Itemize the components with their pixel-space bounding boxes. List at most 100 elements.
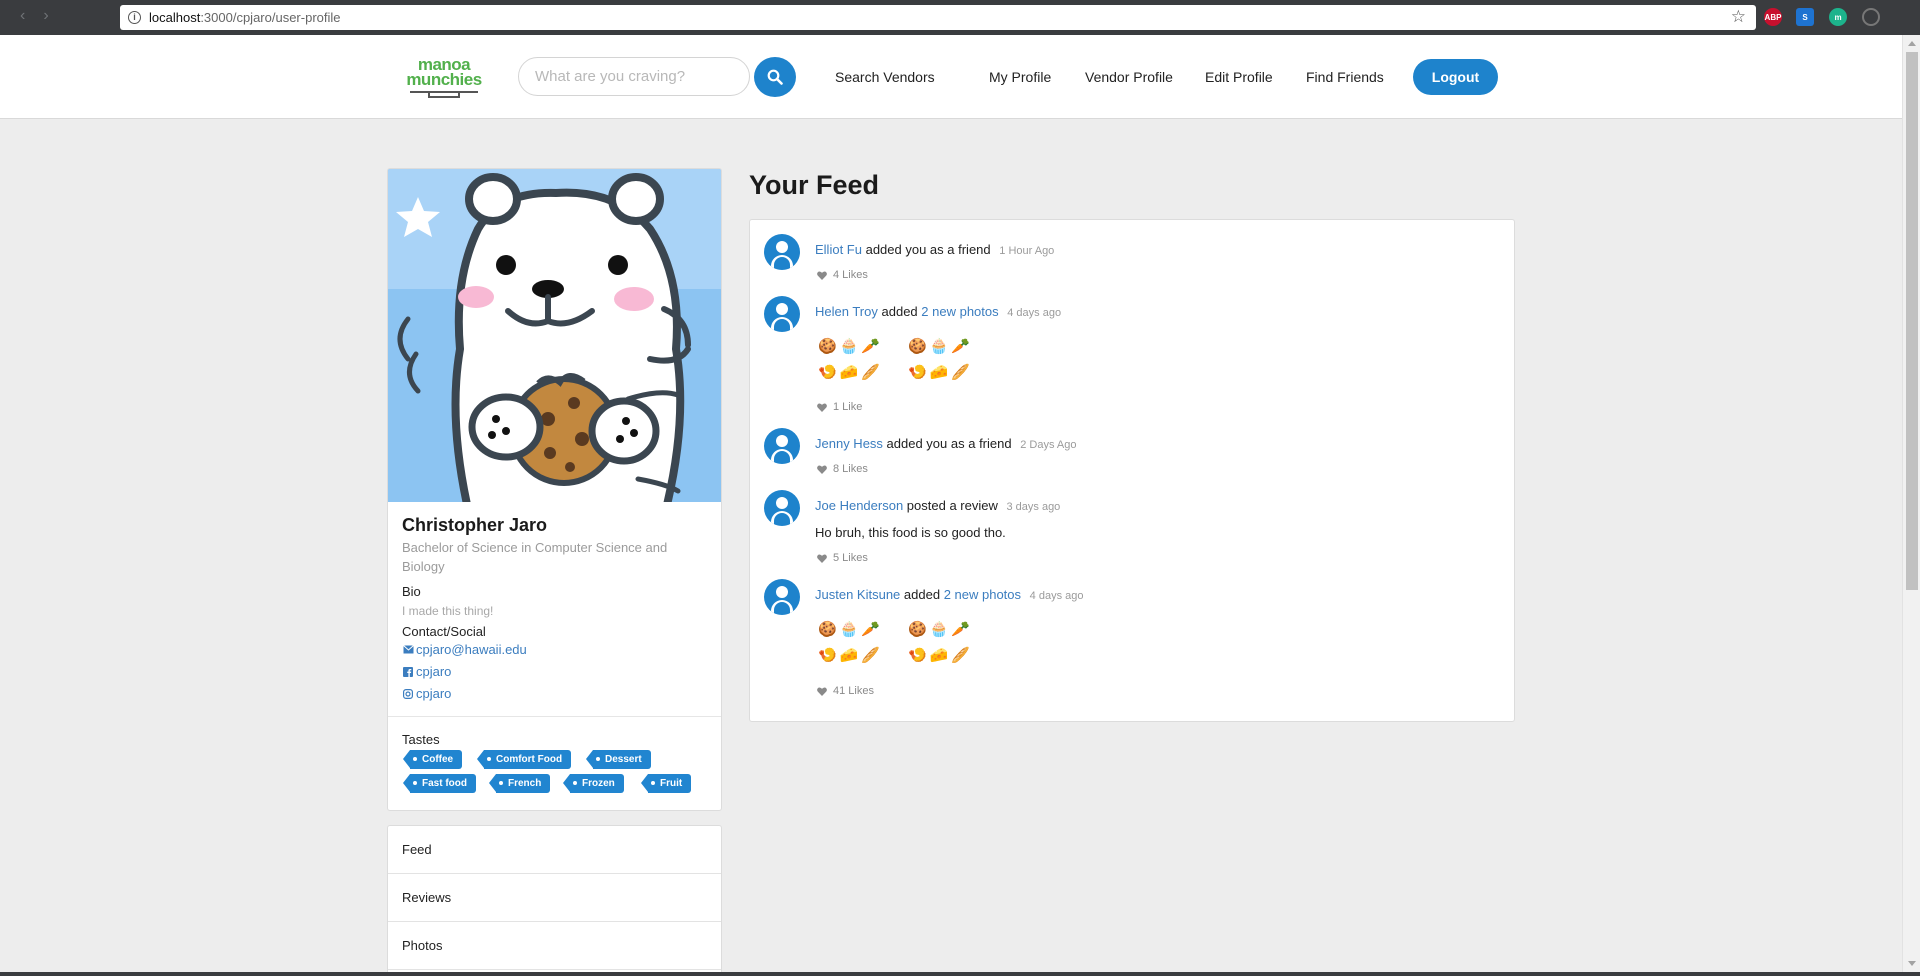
page-scrollbar[interactable]: [1902, 35, 1920, 972]
like-count: 4 Likes: [833, 269, 868, 281]
feed-user-link[interactable]: Helen Troy: [815, 304, 878, 319]
user-avatar-icon[interactable]: [764, 296, 800, 332]
scroll-up-arrow-icon[interactable]: [1908, 41, 1916, 46]
like-button[interactable]: 4 Likes: [817, 269, 868, 281]
user-avatar-icon[interactable]: [764, 428, 800, 464]
feed-time: 2 Days Ago: [1020, 439, 1077, 451]
top-navbar: manoa munchies Search Vendors My Profile…: [0, 35, 1902, 119]
profile-avatar-image[interactable]: [388, 169, 721, 502]
address-bar[interactable]: i localhost:3000/cpjaro/user-profile ☆: [120, 5, 1756, 30]
feed-event: Helen Troy added 2 new photos 4 days ago: [815, 304, 1061, 319]
like-button[interactable]: 41 Likes: [817, 685, 874, 697]
search-input[interactable]: [518, 57, 750, 96]
taste-tag[interactable]: Comfort Food: [476, 750, 572, 769]
instagram-link[interactable]: cpjaro: [402, 686, 451, 701]
feed-user-link[interactable]: Jenny Hess: [815, 436, 883, 451]
tastes-label: Tastes: [402, 732, 440, 747]
site-logo[interactable]: manoa munchies: [406, 55, 482, 99]
email-link[interactable]: cpjaro@hawaii.edu: [402, 642, 527, 657]
like-count: 8 Likes: [833, 463, 868, 475]
photo-food-row: 🍪🧁🥕: [908, 338, 974, 355]
nav-my-profile[interactable]: My Profile: [989, 69, 1051, 85]
nav-vendor-profile[interactable]: Vendor Profile: [1085, 69, 1173, 85]
nav-edit-profile[interactable]: Edit Profile: [1205, 69, 1273, 85]
url-path: :3000/cpjaro/user-profile: [200, 10, 341, 25]
menu-item-reviews[interactable]: Reviews: [388, 874, 721, 922]
logo-table-box: [428, 91, 460, 98]
menu-item-photos[interactable]: Photos: [388, 922, 721, 970]
search-button[interactable]: [754, 57, 796, 97]
feed-photo-thumbnail[interactable]: 🍪🧁🥕 🍤🧀🥖: [818, 334, 894, 386]
user-avatar-icon[interactable]: [764, 490, 800, 526]
info-icon[interactable]: i: [128, 11, 141, 24]
photo-food-row: 🍤🧀🥖: [818, 647, 884, 664]
feed-time: 1 Hour Ago: [999, 245, 1055, 257]
feed-action: added you as a friend: [865, 242, 991, 257]
review-text: Ho bruh, this food is so good tho.: [815, 525, 1006, 540]
taste-tag[interactable]: Fast food: [403, 774, 476, 793]
like-button[interactable]: 8 Likes: [817, 463, 868, 475]
feed-user-link[interactable]: Joe Henderson: [815, 498, 903, 513]
feed-user-link[interactable]: Justen Kitsune: [815, 587, 900, 602]
instagram-handle: cpjaro: [416, 686, 452, 701]
logout-button[interactable]: Logout: [1413, 59, 1498, 95]
feed-photo-thumbnail[interactable]: 🍪🧁🥕 🍤🧀🥖: [908, 334, 984, 386]
feed-photo-thumbnail[interactable]: 🍪🧁🥕 🍤🧀🥖: [908, 617, 984, 669]
feed-photos-link[interactable]: 2 new photos: [944, 587, 1021, 602]
profile-card: Christopher Jaro Bachelor of Science in …: [387, 168, 722, 811]
adblock-extension-icon[interactable]: ABP: [1764, 8, 1782, 26]
browser-nav-arrows[interactable]: ‹›: [20, 7, 67, 25]
bio-text: I made this thing!: [402, 604, 494, 618]
like-count: 5 Likes: [833, 552, 868, 564]
taste-tag[interactable]: Fruit: [640, 774, 692, 793]
user-avatar-icon[interactable]: [764, 579, 800, 615]
feed-action: posted a review: [906, 498, 998, 513]
taste-tag[interactable]: French: [488, 774, 551, 793]
sync-extension-icon[interactable]: [1862, 8, 1880, 26]
email-text: cpjaro@hawaii.edu: [416, 642, 527, 657]
feed-time: 4 days ago: [1029, 590, 1084, 602]
feed-action: added you as a friend: [886, 436, 1012, 451]
facebook-icon: [402, 666, 414, 678]
scroll-thumb[interactable]: [1906, 52, 1918, 590]
user-avatar-icon[interactable]: [764, 234, 800, 270]
profile-name: Christopher Jaro: [402, 515, 548, 535]
feed-event: Jenny Hess added you as a friend 2 Days …: [815, 436, 1076, 451]
photo-food-row: 🍤🧀🥖: [908, 364, 974, 381]
bookmark-star-icon[interactable]: ☆: [1731, 7, 1746, 27]
like-button[interactable]: 1 Like: [817, 401, 862, 413]
feed-event: Justen Kitsune added 2 new photos 4 days…: [815, 587, 1083, 602]
feed-photos-link[interactable]: 2 new photos: [921, 304, 998, 319]
profile-divider: [388, 716, 721, 717]
taste-tag[interactable]: Coffee: [402, 750, 463, 769]
feed-action: added: [881, 304, 918, 319]
feed-photo-thumbnail[interactable]: 🍪🧁🥕 🍤🧀🥖: [818, 617, 894, 669]
nav-search-vendors[interactable]: Search Vendors: [835, 69, 935, 85]
photo-food-row: 🍤🧀🥖: [818, 364, 884, 381]
like-button[interactable]: 5 Likes: [817, 552, 868, 564]
browser-toolbar: ‹› i localhost:3000/cpjaro/user-profile …: [0, 0, 1920, 35]
like-count: 1 Like: [833, 401, 863, 413]
photo-food-row: 🍪🧁🥕: [908, 621, 974, 638]
taste-tag[interactable]: Frozen: [563, 774, 624, 793]
feed-event: Joe Henderson posted a review 3 days ago: [815, 498, 1060, 513]
feed-user-link[interactable]: Elliot Fu: [815, 242, 862, 257]
profile-degree: Bachelor of Science in Computer Science …: [402, 540, 668, 574]
contact-label: Contact/Social: [402, 624, 486, 639]
logo-text-bottom: munchies: [406, 70, 482, 89]
heart-icon: [817, 465, 827, 474]
menu-item-feed[interactable]: Feed: [388, 826, 721, 874]
bio-label: Bio: [402, 584, 421, 599]
taste-tag[interactable]: Dessert: [586, 750, 651, 769]
nav-find-friends[interactable]: Find Friends: [1306, 69, 1384, 85]
facebook-link[interactable]: cpjaro: [402, 664, 451, 679]
feed-event: Elliot Fu added you as a friend 1 Hour A…: [815, 242, 1054, 257]
m-extension-icon[interactable]: m: [1829, 8, 1847, 26]
feed-time: 3 days ago: [1006, 501, 1061, 513]
heart-icon: [817, 687, 827, 696]
heart-icon: [817, 271, 827, 280]
envelope-icon: [402, 644, 414, 656]
scroll-down-arrow-icon[interactable]: [1908, 961, 1916, 966]
profile-menu: Feed Reviews Photos: [387, 825, 722, 975]
s-extension-icon[interactable]: S: [1796, 8, 1814, 26]
